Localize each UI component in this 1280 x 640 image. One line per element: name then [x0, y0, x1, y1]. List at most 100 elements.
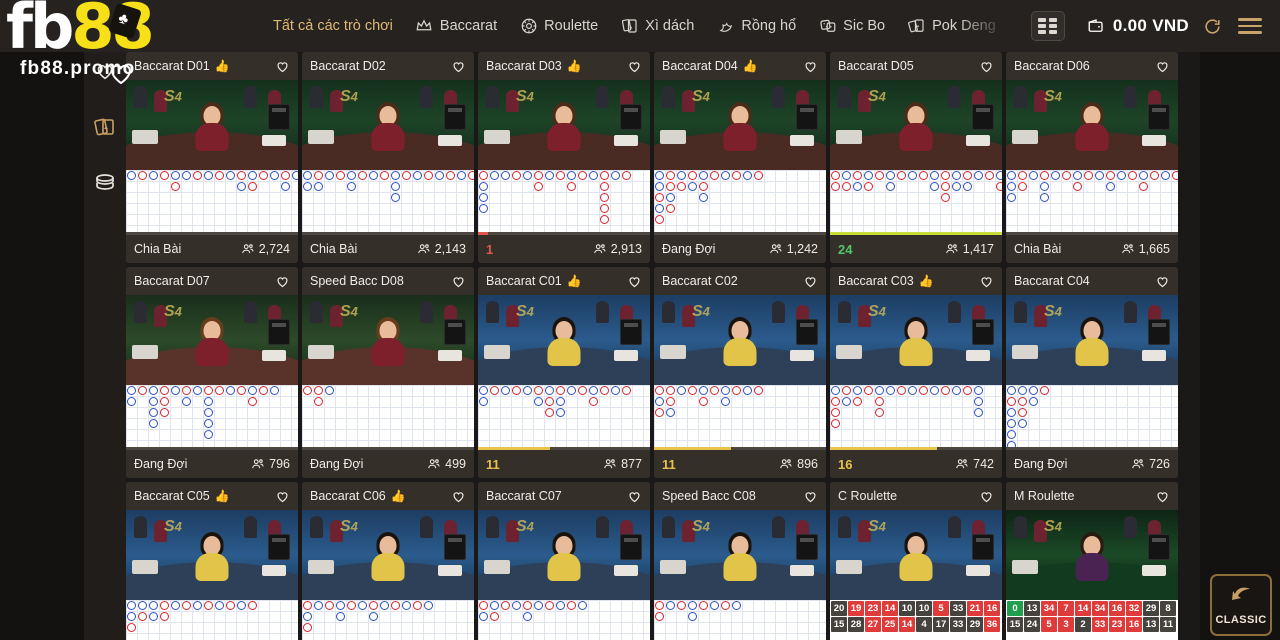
- nav-item-sic-bo[interactable]: Sic Bo: [807, 0, 896, 52]
- game-card[interactable]: Baccarat D04 👍 S4 Đang Đợi 1,242: [654, 52, 826, 263]
- background-person: [838, 516, 851, 538]
- favorite-heart-icon[interactable]: [803, 59, 818, 74]
- favorite-heart-icon[interactable]: [979, 489, 994, 504]
- card-video[interactable]: S4: [126, 510, 298, 600]
- card-video[interactable]: S4: [302, 295, 474, 385]
- roulette-number: 36: [984, 617, 1000, 632]
- road-bead: [182, 171, 191, 180]
- road-bead: [952, 386, 961, 395]
- favorite-heart-icon[interactable]: [627, 274, 642, 289]
- favorite-heart-icon[interactable]: [627, 59, 642, 74]
- balance-display[interactable]: 0.00 VND: [1087, 16, 1189, 36]
- nav-item-xì-dách[interactable]: Xì dách: [609, 0, 705, 52]
- road-bead: [369, 171, 378, 180]
- card-video[interactable]: S4: [830, 295, 1002, 385]
- card-shoe: [1142, 565, 1166, 576]
- card-video[interactable]: S4: [654, 80, 826, 170]
- favorite-heart-icon[interactable]: [803, 489, 818, 504]
- nav-item-pok-deng[interactable]: Pok Deng: [896, 0, 1007, 52]
- favorite-heart-icon[interactable]: [1155, 274, 1170, 289]
- game-card[interactable]: Baccarat D01 👍 S4 Chia Bài 2,724: [126, 52, 298, 263]
- favorite-heart-icon[interactable]: [1155, 489, 1170, 504]
- game-card[interactable]: Baccarat D07 S4 Đang Đợi 796: [126, 267, 298, 478]
- road-bead: [127, 601, 136, 610]
- favorite-heart-icon[interactable]: [275, 59, 290, 74]
- nav-item-rồng-hổ[interactable]: Rồng hổ: [705, 0, 807, 52]
- game-card[interactable]: C Roulette S4 20 19 23 14 10 10 5 33 21 16 15 28 27 25 1…: [830, 482, 1002, 640]
- chip-tray: [308, 560, 334, 574]
- card-video[interactable]: S4: [302, 510, 474, 600]
- card-video[interactable]: S4: [302, 80, 474, 170]
- nav-item-roulette[interactable]: Roulette: [508, 0, 609, 52]
- favorite-heart-icon[interactable]: [275, 274, 290, 289]
- card-video[interactable]: S4: [478, 510, 650, 600]
- refresh-icon[interactable]: [1203, 17, 1222, 36]
- game-card[interactable]: Speed Bacc C08 S4: [654, 482, 826, 640]
- dealer: [371, 532, 405, 581]
- nav-item-tất-cả-các-trò-chơi[interactable]: Tất cả các trò chơi: [262, 0, 404, 52]
- road-bead: [303, 623, 312, 632]
- road-bead: [237, 171, 246, 180]
- card-video[interactable]: S4: [1006, 295, 1178, 385]
- card-video[interactable]: S4: [654, 510, 826, 600]
- card-video[interactable]: S4: [478, 295, 650, 385]
- road-bead: [897, 386, 906, 395]
- road-bead: [314, 171, 323, 180]
- game-card[interactable]: Baccarat C06 👍 S4: [302, 482, 474, 640]
- classic-mode-button[interactable]: CLASSIC: [1210, 574, 1272, 636]
- sidebar-item-chips[interactable]: [90, 170, 120, 200]
- roulette-wheel-icon: [519, 17, 538, 36]
- road-bead: [1029, 397, 1038, 406]
- game-card[interactable]: Speed Bacc D08 S4 Đang Đợi 499: [302, 267, 474, 478]
- background-person: [420, 516, 433, 538]
- card-video[interactable]: S4: [1006, 80, 1178, 170]
- game-card[interactable]: Baccarat D06 S4 Chia Bài 1,665: [1006, 52, 1178, 263]
- road-bead: [1018, 419, 1027, 428]
- roulette-number: 8: [1160, 601, 1176, 616]
- favorite-heart-icon[interactable]: [979, 274, 994, 289]
- favorite-heart-icon[interactable]: [803, 274, 818, 289]
- road-bead: [534, 182, 543, 191]
- player-count-value: 2,143: [434, 242, 466, 256]
- nav-item-label: Sic Bo: [843, 18, 886, 34]
- game-card[interactable]: Baccarat C05 👍 S4: [126, 482, 298, 640]
- card-video[interactable]: S4: [654, 295, 826, 385]
- game-card[interactable]: Baccarat C07 S4: [478, 482, 650, 640]
- game-card[interactable]: Baccarat C01 👍 S4 11 877: [478, 267, 650, 478]
- game-card[interactable]: Baccarat C02 S4 11 896: [654, 267, 826, 478]
- card-video[interactable]: S4: [126, 295, 298, 385]
- card-video[interactable]: S4: [478, 80, 650, 170]
- card-status: 24: [838, 241, 853, 257]
- card-video[interactable]: S4: [1006, 510, 1178, 600]
- game-card[interactable]: Baccarat D03 👍 S4 1 2,913: [478, 52, 650, 263]
- favorite-heart-icon[interactable]: [275, 489, 290, 504]
- favorite-heart-icon[interactable]: [451, 489, 466, 504]
- game-card[interactable]: M Roulette S4 0 13 34 7 14 34 16 32 29 8 15 24 5 3 2 33 23…: [1006, 482, 1178, 640]
- card-video[interactable]: S4: [126, 80, 298, 170]
- road-bead: [281, 182, 290, 191]
- table-video-scene: S4: [830, 80, 1002, 170]
- game-card[interactable]: Baccarat D02 S4 Chia Bài 2,143: [302, 52, 474, 263]
- game-card[interactable]: Baccarat D05 S4 24 1,417: [830, 52, 1002, 263]
- card-video[interactable]: S4: [830, 510, 1002, 600]
- hamburger-menu-icon[interactable]: [1236, 14, 1264, 38]
- favorite-heart-icon[interactable]: [1155, 59, 1170, 74]
- player-count-value: 896: [797, 457, 818, 471]
- road-bead: [446, 171, 455, 180]
- sidebar-item-card-games[interactable]: [90, 114, 120, 144]
- chip-tray: [132, 560, 158, 574]
- game-card[interactable]: Baccarat C04 S4 Đang Đợi 726: [1006, 267, 1178, 478]
- card-video[interactable]: S4: [830, 80, 1002, 170]
- road-bead: [710, 601, 719, 610]
- grid-view-toggle-button[interactable]: [1030, 11, 1065, 41]
- sidebar-item-favorites[interactable]: [90, 58, 120, 88]
- road-bead: [930, 182, 939, 191]
- favorite-heart-icon[interactable]: [627, 489, 642, 504]
- favorite-heart-icon[interactable]: [979, 59, 994, 74]
- card-title: Baccarat D05: [838, 59, 914, 73]
- nav-item-baccarat[interactable]: Baccarat: [404, 0, 508, 52]
- game-card[interactable]: Baccarat C03 👍 S4 16 742: [830, 267, 1002, 478]
- favorite-heart-icon[interactable]: [451, 59, 466, 74]
- road-bead: [479, 171, 488, 180]
- favorite-heart-icon[interactable]: [451, 274, 466, 289]
